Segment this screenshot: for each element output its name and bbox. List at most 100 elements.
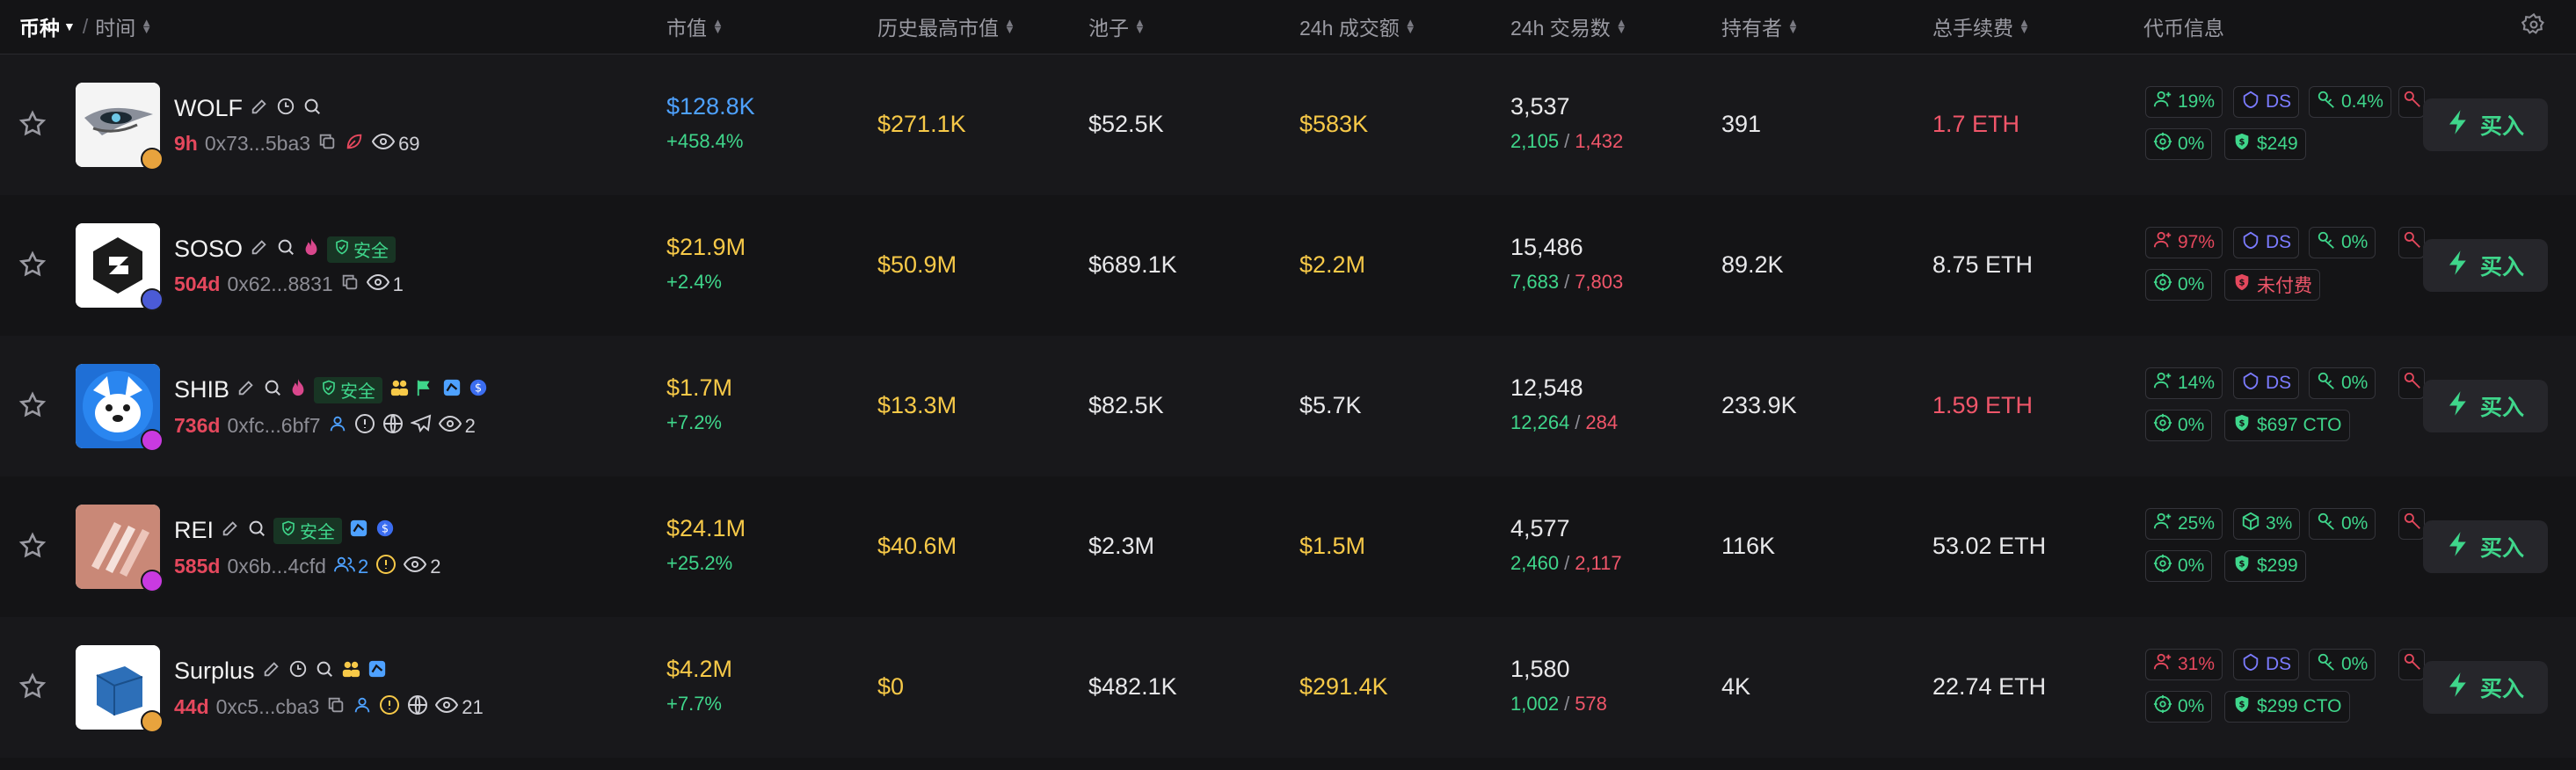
flag-icon[interactable] <box>416 378 435 402</box>
search-icon[interactable] <box>276 237 295 261</box>
ds-badge[interactable]: DS <box>2233 367 2300 399</box>
insiders-badge[interactable]: 0% <box>2309 649 2376 680</box>
token-name[interactable]: SHIB <box>174 376 229 403</box>
copy-icon[interactable] <box>317 132 337 156</box>
key-badge[interactable] <box>2398 367 2425 399</box>
pencil-icon[interactable] <box>221 519 240 542</box>
buy-button[interactable]: 买入 <box>2423 239 2548 292</box>
pencil-icon[interactable] <box>236 378 256 402</box>
top10-badge[interactable]: 31% <box>2145 649 2223 680</box>
key-badge[interactable] <box>2398 649 2425 680</box>
table-row[interactable]: WOLF 9h 0x73...5ba3 69 $128.8K +458.4% $27… <box>0 54 2576 195</box>
pencil-icon[interactable] <box>262 659 281 683</box>
top10-badge[interactable]: 97% <box>2145 227 2223 258</box>
insiders-badge[interactable]: 0% <box>2309 508 2376 540</box>
search-icon[interactable] <box>315 659 334 683</box>
paid-badge[interactable]: $ $299 CTO <box>2224 691 2350 723</box>
star-icon[interactable] <box>18 672 49 703</box>
paid-icon[interactable]: $ <box>375 519 395 542</box>
key-badge[interactable] <box>2398 227 2425 258</box>
clock-icon[interactable] <box>276 97 295 120</box>
col-ath[interactable]: 历史最高市值 ▲ ▼ <box>877 11 1015 41</box>
insiders-badge[interactable]: 0% <box>2309 367 2376 399</box>
search-icon[interactable] <box>302 97 322 120</box>
community-icon[interactable] <box>389 378 409 402</box>
search-icon[interactable] <box>247 519 266 542</box>
ds-badge[interactable]: 3% <box>2233 508 2301 540</box>
key-badge[interactable] <box>2398 86 2425 118</box>
buy-button[interactable]: 买入 <box>2423 98 2548 151</box>
insiders-badge[interactable]: 0% <box>2309 227 2376 258</box>
pencil-icon[interactable] <box>250 237 269 261</box>
token-name[interactable]: REI <box>174 517 214 544</box>
warning-icon[interactable] <box>375 554 397 579</box>
top10-badge[interactable]: 19% <box>2145 86 2223 118</box>
holder-user-icon[interactable] <box>353 695 372 719</box>
col-pool[interactable]: 池子 ▲ ▼ <box>1088 11 1146 41</box>
buy-button[interactable]: 买入 <box>2423 520 2548 573</box>
table-row[interactable]: Surplus 44d 0xc5...cba3 21 $4.2M +7.7% $0 … <box>0 617 2576 758</box>
community-icon[interactable] <box>341 659 360 683</box>
col-holders[interactable]: 持有者 ▲ ▼ <box>1721 11 1799 41</box>
fire-icon[interactable] <box>302 237 320 261</box>
copy-icon[interactable] <box>326 695 346 719</box>
leaf-icon[interactable] <box>344 132 365 156</box>
ds-badge[interactable]: DS <box>2233 649 2300 680</box>
col-time-label[interactable]: 时间 <box>95 11 135 41</box>
info-icon[interactable] <box>354 413 375 439</box>
dev-badge[interactable]: 0% <box>2145 410 2213 441</box>
star-icon[interactable] <box>18 531 49 563</box>
token-name[interactable]: WOLF <box>174 95 243 122</box>
paid-badge[interactable]: $ $249 <box>2224 128 2306 160</box>
dev-badge[interactable]: 0% <box>2145 269 2213 301</box>
paid-badge[interactable]: $ 未付费 <box>2224 269 2320 301</box>
ds-badge[interactable]: DS <box>2233 227 2300 258</box>
token-name[interactable]: Surplus <box>174 657 255 685</box>
fire-icon[interactable] <box>289 378 307 402</box>
insiders-badge[interactable]: 0.4% <box>2309 86 2391 118</box>
table-row[interactable]: SOSO 安全 504d 0x62...8831 1 $21.9M +2.4% $50… <box>0 195 2576 336</box>
col-volume[interactable]: 24h 成交额 ▲ ▼ <box>1299 11 1416 41</box>
token-address[interactable]: 0xc5...cba3 <box>216 695 320 719</box>
verified-icon[interactable] <box>442 378 462 402</box>
token-address[interactable]: 0x62...8831 <box>227 272 332 296</box>
top10-badge[interactable]: 14% <box>2145 367 2223 399</box>
paid-badge[interactable]: $ $299 <box>2224 550 2306 582</box>
warning-icon[interactable] <box>379 694 400 720</box>
buy-button[interactable]: 买入 <box>2423 661 2548 714</box>
ds-badge[interactable]: DS <box>2233 86 2300 118</box>
search-icon[interactable] <box>263 378 282 402</box>
paid-badge[interactable]: $ $697 CTO <box>2224 410 2350 441</box>
globe-icon[interactable] <box>407 694 428 720</box>
telegram-icon[interactable] <box>409 413 432 439</box>
token-address[interactable]: 0xfc...6bf7 <box>227 414 320 438</box>
col-fees[interactable]: 总手续费 ▲ ▼ <box>1932 11 2030 41</box>
table-row[interactable]: SHIB 安全 $ 736d 0xfc...6bf7 2 $1.7M +7.2% $13… <box>0 336 2576 476</box>
token-address[interactable]: 0x73...5ba3 <box>205 132 310 156</box>
holder-count[interactable]: 2 <box>333 555 368 578</box>
copy-icon[interactable] <box>340 272 360 296</box>
dev-badge[interactable]: 0% <box>2145 691 2213 723</box>
buy-button[interactable]: 买入 <box>2423 380 2548 432</box>
star-icon[interactable] <box>18 250 49 281</box>
verified-icon[interactable] <box>349 519 368 542</box>
top10-badge[interactable]: 25% <box>2145 508 2223 540</box>
star-icon[interactable] <box>18 109 49 141</box>
col-txns[interactable]: 24h 交易数 ▲ ▼ <box>1510 11 1627 41</box>
token-name[interactable]: SOSO <box>174 236 243 263</box>
verified-icon[interactable] <box>367 659 387 683</box>
paid-icon[interactable]: $ <box>469 378 488 402</box>
table-row[interactable]: REI 安全 $ 585d 0x6b...4cfd 2 2 $24.1M +25.2% $… <box>0 476 2576 617</box>
col-coin-sort[interactable]: 币种 ▼ / 时间 ▲ ▼ <box>19 11 152 41</box>
pencil-icon[interactable] <box>250 97 269 120</box>
holder-user-icon[interactable] <box>328 414 347 438</box>
star-icon[interactable] <box>18 390 49 422</box>
dev-badge[interactable]: 0% <box>2145 550 2213 582</box>
clock-icon[interactable] <box>288 659 308 683</box>
token-address[interactable]: 0x6b...4cfd <box>227 555 326 578</box>
gear-icon[interactable] <box>2521 12 2546 37</box>
key-badge[interactable] <box>2398 508 2425 540</box>
col-market-cap[interactable]: 市值 ▲ ▼ <box>666 11 724 41</box>
dev-badge[interactable]: 0% <box>2145 128 2213 160</box>
globe-icon[interactable] <box>382 413 404 439</box>
